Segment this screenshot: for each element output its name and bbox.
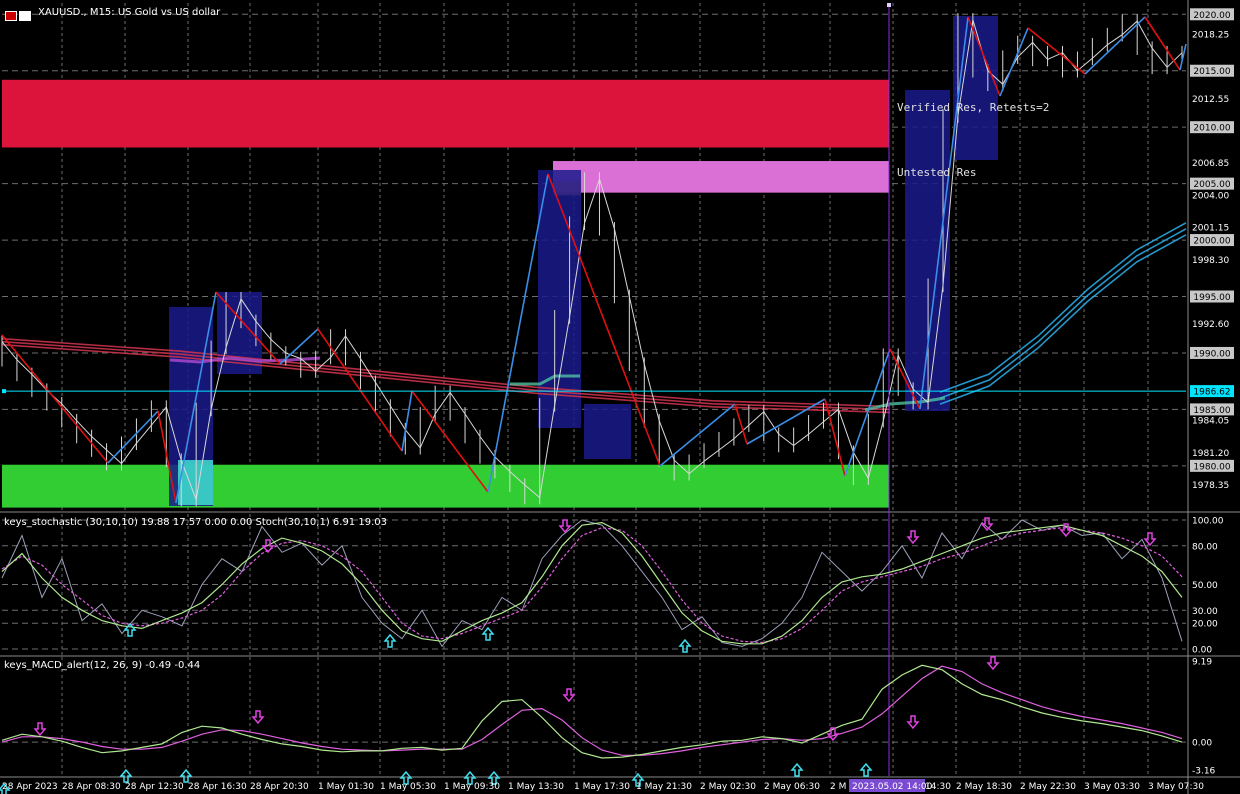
macd-buy-arrow <box>119 768 133 783</box>
zigzag-line <box>1179 43 1187 71</box>
price-tick-label: 1985.00 <box>1193 406 1230 416</box>
zigzag-line <box>1 334 109 464</box>
price-tick-label: 2010.00 <box>1193 124 1230 134</box>
price-tick-label: 2012.55 <box>1192 95 1229 105</box>
price-tick-label: 2000.00 <box>1193 237 1230 247</box>
time-tick-label: 1 May 05:30 <box>380 782 436 792</box>
time-tick-label: 28 Apr 20:30 <box>250 782 309 792</box>
time-tick-label: 2 May 02:30 <box>700 782 756 792</box>
zigzag-line <box>734 403 748 445</box>
current-price-handle <box>2 389 6 394</box>
stoch-raw-line <box>1 519 1183 648</box>
time-tick-label: 2 May 06:30 <box>764 782 820 792</box>
stoch-tick-label: 20.00 <box>1192 620 1218 630</box>
time-tick-label: 2 May 18:30 <box>956 782 1012 792</box>
time-tick-label: 28 Apr 08:30 <box>62 782 121 792</box>
time-tick-label: 3 May 03:30 <box>1084 782 1140 792</box>
time-tick-label: 28 Apr 2023 <box>2 782 58 792</box>
price-tick-label: 2020.00 <box>1193 11 1230 21</box>
price-tick-label: 1980.00 <box>1193 462 1230 472</box>
price-tick-label: 1998.30 <box>1192 256 1229 266</box>
macd-sell-arrow <box>33 722 47 737</box>
stoch-signal-line <box>1 527 1183 644</box>
time-tick-label: 2023.05.02 14:00 <box>852 782 933 792</box>
price-tick-label: 1986.62 <box>1193 388 1230 398</box>
stoch-sell-arrow <box>906 530 920 545</box>
zigzag-line <box>1027 27 1086 75</box>
macd-sell-arrow <box>906 715 920 730</box>
price-tick-label: 1981.20 <box>1192 449 1229 459</box>
price-tick-label: 1995.00 <box>1193 293 1230 303</box>
stochastic-title: keys_stochastic (30,10,10) 19.88 17.57 0… <box>4 517 387 528</box>
stoch-tick-label: 30.00 <box>1192 607 1218 617</box>
time-tick-label: 1 May 09:30 <box>444 782 500 792</box>
price-tick-label: 2001.15 <box>1192 224 1229 234</box>
stoch-tick-label: 100.00 <box>1192 517 1224 527</box>
time-tick-label: 28 Apr 12:30 <box>125 782 184 792</box>
macd-tick-label: 9.19 <box>1192 658 1212 668</box>
zone-rect <box>553 161 889 193</box>
stoch-tick-label: 0.00 <box>1192 646 1212 656</box>
time-tick-label: 3 May 07:30 <box>1148 782 1204 792</box>
macd-sell-arrow <box>986 656 1000 671</box>
zigzag-line <box>107 410 159 464</box>
zigzag-line <box>999 27 1029 97</box>
zigzag-line <box>659 403 736 467</box>
macd-sell-arrow <box>251 710 265 725</box>
stoch-buy-arrow <box>383 633 397 648</box>
price-tick-label: 1984.05 <box>1192 417 1229 427</box>
macd-sell-arrow <box>562 688 576 703</box>
stoch-sell-arrow <box>1143 532 1157 547</box>
time-tick-label: 2 M <box>830 782 846 792</box>
time-tick-label: 14:30 <box>925 782 951 792</box>
price-tick-label: 2015.00 <box>1193 67 1230 77</box>
price-tick-label: 1990.00 <box>1193 349 1230 359</box>
macd-buy-arrow <box>790 762 804 777</box>
chart-canvas[interactable]: 2020.00 2018.25 2015.00 2012.55 2010.00 2006.… <box>0 0 1240 794</box>
zigzag-line <box>317 328 403 452</box>
price-tick-label: 1992.60 <box>1192 320 1229 330</box>
time-tick-label: 2 May 22:30 <box>1020 782 1076 792</box>
price-tick-label: 2006.85 <box>1192 159 1229 169</box>
symbol-icon <box>5 6 35 21</box>
zigzag-line <box>401 390 413 452</box>
consolidation-box <box>584 404 631 459</box>
zone-rect <box>2 464 889 508</box>
macd-tick-label: -3.16 <box>1192 767 1216 777</box>
zigzag-line <box>1084 16 1146 75</box>
macd-title: keys_MACD_alert(12, 26, 9) -0.49 -0.44 <box>4 660 201 671</box>
stoch-main-line <box>1 521 1183 645</box>
price-tick-label: 2004.00 <box>1192 191 1229 201</box>
time-tick-label: 1 May 17:30 <box>574 782 630 792</box>
stoch-buy-arrow <box>481 626 495 641</box>
stoch-tick-label: 80.00 <box>1192 542 1218 552</box>
stoch-buy-arrow <box>678 638 692 653</box>
time-tick-label: 28 Apr 16:30 <box>188 782 247 792</box>
time-tick-label: 1 May 21:30 <box>636 782 692 792</box>
time-tick-label: 1 May 13:30 <box>508 782 564 792</box>
chart-title: XAUUSD., M15: US Gold vs US dollar <box>38 7 221 18</box>
untested-resistance-label: Untested Res <box>897 166 977 179</box>
zone-rect <box>2 79 889 148</box>
stoch-tick-label: 50.00 <box>1192 581 1218 591</box>
ma-red-line <box>1 337 891 408</box>
macd-buy-arrow <box>859 762 873 777</box>
ma-blue-line <box>939 222 1187 393</box>
price-tick-label: 1978.35 <box>1192 481 1229 491</box>
price-tick-label: 2018.25 <box>1192 31 1229 41</box>
macd-tick-label: 0.00 <box>1192 739 1212 749</box>
macd-buy-arrow <box>179 768 193 783</box>
verified-resistance-label: Verified Res, Retests=2 <box>897 101 1050 114</box>
time-marker-handle <box>887 3 891 7</box>
time-tick-label: 1 May 01:30 <box>318 782 374 792</box>
price-tick-label: 2005.00 <box>1193 180 1230 190</box>
